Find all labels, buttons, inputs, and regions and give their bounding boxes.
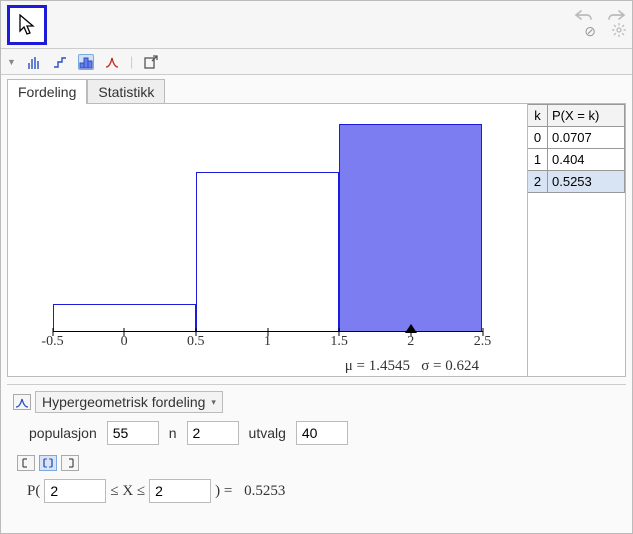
summary-stats: μ = 1.4545 σ = 0.624 <box>16 358 519 375</box>
normal-curve-icon[interactable] <box>104 54 120 70</box>
tick-label: -0.5 <box>41 334 63 350</box>
tick-label: 1.5 <box>330 334 348 350</box>
probability-calculator-window: ⊘ ▼ | Fordeling Statistikk <box>0 0 633 534</box>
toolbar-right-group: ⊘ <box>574 9 626 40</box>
sample-input[interactable] <box>296 421 348 445</box>
left-interval-icon[interactable] <box>61 455 79 471</box>
lower-bound-input[interactable] <box>44 479 106 503</box>
chevron-down-icon: ▾ <box>211 397 216 408</box>
redo-icon[interactable] <box>608 9 626 21</box>
table-row[interactable]: 2 0.5253 <box>528 171 625 193</box>
probability-result: 0.5253 <box>244 483 285 500</box>
export-icon[interactable] <box>143 54 159 70</box>
interval-type-group <box>17 455 620 471</box>
chart-area: -0.5 0 0.5 1 1.5 2 2.5 μ = 1.4545 σ = 0.… <box>8 104 527 376</box>
n-input[interactable] <box>187 421 239 445</box>
tab-distribution[interactable]: Fordeling <box>7 79 87 104</box>
interval-marker-icon[interactable] <box>405 324 417 333</box>
population-input[interactable] <box>107 421 159 445</box>
tick-label: 2 <box>407 334 414 350</box>
tick-label: 0 <box>121 334 128 350</box>
step-icon[interactable] <box>52 54 68 70</box>
sample-label: utvalg <box>249 425 286 441</box>
tab-bar: Fordeling Statistikk <box>1 75 632 104</box>
pointer-tool-button[interactable] <box>7 5 47 45</box>
main-toolbar: ⊘ <box>1 1 632 49</box>
distribution-select[interactable]: Hypergeometrisk fordeling ▾ <box>35 391 223 413</box>
table-row[interactable]: 1 0.404 <box>528 149 625 171</box>
chart-panel: -0.5 0 0.5 1 1.5 2 2.5 μ = 1.4545 σ = 0.… <box>7 103 626 377</box>
histogram-icon[interactable] <box>78 54 94 70</box>
two-sided-interval-icon[interactable] <box>39 455 57 471</box>
cursor-icon <box>17 14 37 36</box>
undo-icon[interactable] <box>574 9 592 21</box>
bar-chart: -0.5 0 0.5 1 1.5 2 2.5 <box>53 122 483 332</box>
upper-bound-input[interactable] <box>149 479 211 503</box>
bars-icon[interactable] <box>26 54 42 70</box>
cumulative-toggle-icon[interactable] <box>13 394 31 410</box>
toolbar-dropdown-icon[interactable]: ▼ <box>7 57 16 67</box>
tick-label: 2.5 <box>474 334 492 350</box>
probability-table: k P(X = k) 0 0.0707 1 0.404 2 0.5253 <box>527 104 625 376</box>
table-row[interactable]: 0 0.0707 <box>528 127 625 149</box>
n-label: n <box>169 425 177 441</box>
population-label: populasjon <box>29 425 97 441</box>
secondary-toolbar: ▼ | <box>1 49 632 75</box>
parameters-panel: Hypergeometrisk fordeling ▾ populasjon n… <box>7 384 626 509</box>
bar-k1 <box>196 172 339 332</box>
help-icon[interactable]: ⊘ <box>584 23 596 40</box>
right-interval-icon[interactable] <box>17 455 35 471</box>
bar-k2 <box>339 124 482 332</box>
tab-statistics[interactable]: Statistikk <box>87 79 165 104</box>
probability-expression: P( ≤ X ≤ ) = 0.5253 <box>27 479 620 503</box>
tick-label: 1 <box>264 334 271 350</box>
table-header: k P(X = k) <box>528 104 625 127</box>
settings-icon[interactable] <box>612 23 626 40</box>
tick-label: 0.5 <box>187 334 205 350</box>
